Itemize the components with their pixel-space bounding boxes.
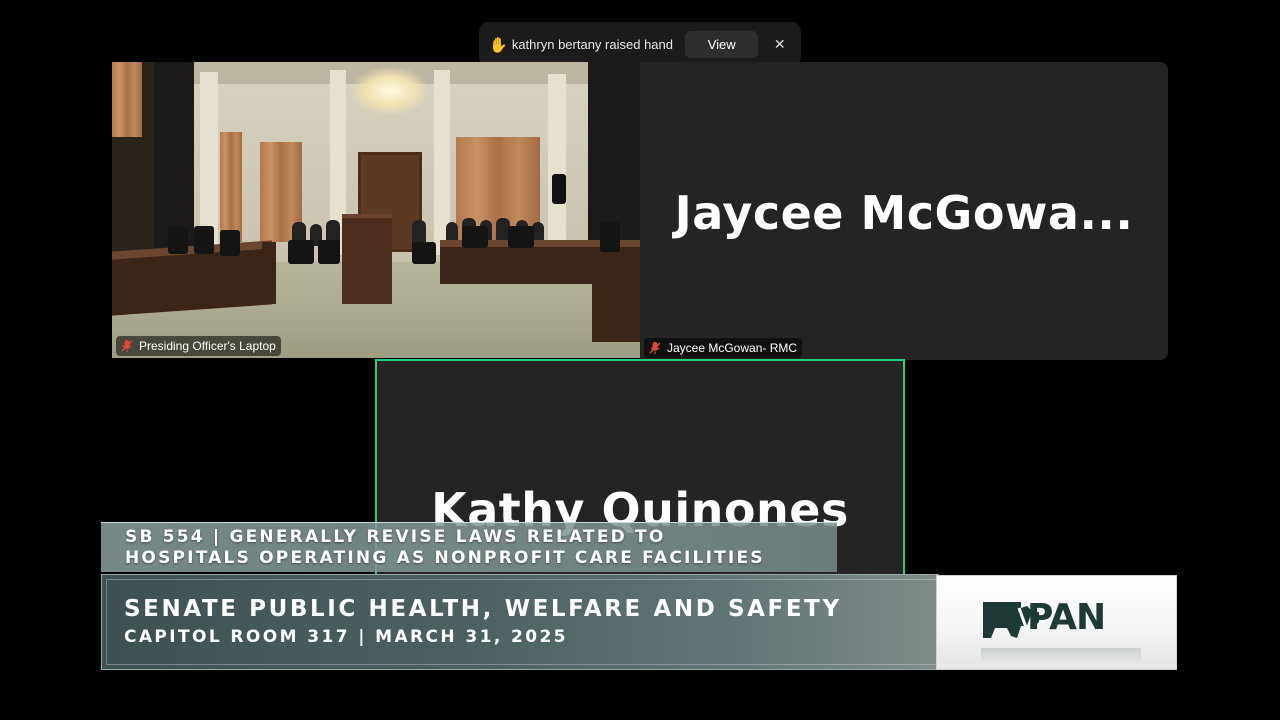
raised-hand-icon: ✋ — [489, 36, 508, 54]
close-notification-button[interactable]: ✕ — [768, 33, 791, 57]
bill-banner: SB 554 | GENERALLY REVISE LAWS RELATED T… — [101, 522, 837, 572]
view-button[interactable]: View — [684, 31, 759, 58]
committee-name: SENATE PUBLIC HEALTH, WELFARE AND SAFETY — [124, 596, 842, 622]
location-date: CAPITOL ROOM 317 | MARCH 31, 2025 — [124, 627, 568, 647]
video-tile-presiding-officer[interactable]: Presiding Officer's Laptop — [112, 62, 640, 358]
courtroom-video — [112, 62, 640, 358]
participant-display-name: Jaycee McGowa... — [674, 186, 1134, 240]
participant-label: Jaycee McGowan- RMC — [644, 338, 803, 358]
video-tile-jaycee-mcgowan[interactable]: Jaycee McGowa... Jaycee McGowan- RMC — [640, 62, 1168, 360]
logo-text: PAN — [1027, 597, 1106, 638]
participant-name: Jaycee McGowan- RMC — [667, 341, 798, 355]
raised-hand-notification: ✋ kathryn bertany raised hand View ✕ — [479, 22, 801, 67]
participant-label: Presiding Officer's Laptop — [116, 336, 281, 356]
notification-message: kathryn bertany raised hand — [511, 37, 673, 52]
bill-title-line1: SB 554 | GENERALLY REVISE LAWS RELATED T… — [125, 527, 666, 547]
participant-name: Presiding Officer's Laptop — [139, 339, 276, 353]
committee-banner: SENATE PUBLIC HEALTH, WELFARE AND SAFETY… — [101, 574, 939, 670]
mpan-logo: PAN — [936, 575, 1177, 670]
mic-muted-icon — [648, 341, 662, 355]
mic-muted-icon — [120, 339, 134, 353]
bill-title-line2: HOSPITALS OPERATING AS NONPROFIT CARE FA… — [125, 548, 765, 568]
